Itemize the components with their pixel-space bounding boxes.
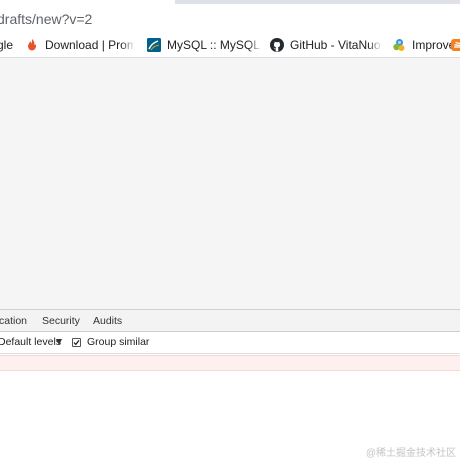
bookmark-github[interactable]: GitHub - VitaNuova (270, 32, 382, 57)
tab-audits[interactable]: Audits (93, 310, 122, 332)
group-similar-label: Group similar (87, 336, 150, 348)
log-levels-dropdown[interactable]: Default levels (0, 336, 61, 348)
prometheus-icon (25, 38, 39, 52)
tab-security[interactable]: Security (42, 310, 80, 332)
label-fade (248, 32, 262, 57)
checkmark-icon (73, 339, 80, 346)
bookmark-improve[interactable]: Improve (392, 32, 454, 57)
watermark: @稀土掘金技术社区 (365, 448, 456, 459)
label-fade (121, 32, 135, 57)
chevron-down-icon[interactable] (56, 339, 62, 345)
bookmark-label: Improve (412, 37, 454, 52)
page-viewport[interactable] (0, 58, 460, 309)
devtools-panel: cation Security Audits Default levels Gr… (0, 309, 460, 460)
label-fade (368, 32, 382, 57)
url-text[interactable]: drafts/new?v=2 (0, 11, 92, 27)
improve-icon (392, 38, 406, 52)
bookmark-mysql[interactable]: MySQL :: MySQL 5.7 (147, 32, 262, 57)
console-error-row[interactable] (0, 355, 460, 371)
bookmark-stackoverflow[interactable] (451, 32, 460, 57)
group-similar-checkbox[interactable] (72, 338, 81, 347)
bookmark-prometheus[interactable]: Download | Promet (25, 32, 135, 57)
bookmark-google[interactable]: gle (0, 32, 17, 57)
stackoverflow-icon (451, 38, 460, 52)
bookmark-label: gle (0, 37, 14, 52)
devtools-tab-bar: cation Security Audits (0, 309, 460, 332)
console-toolbar: Default levels Group similar (0, 332, 460, 354)
bookmarks-bar: gle Download | Promet MySQL :: MySQL 5.7 (0, 32, 460, 58)
tab-application[interactable]: cation (0, 310, 27, 332)
mysql-icon (147, 37, 161, 52)
address-bar[interactable]: drafts/new?v=2 (0, 4, 460, 32)
github-icon (270, 37, 284, 52)
